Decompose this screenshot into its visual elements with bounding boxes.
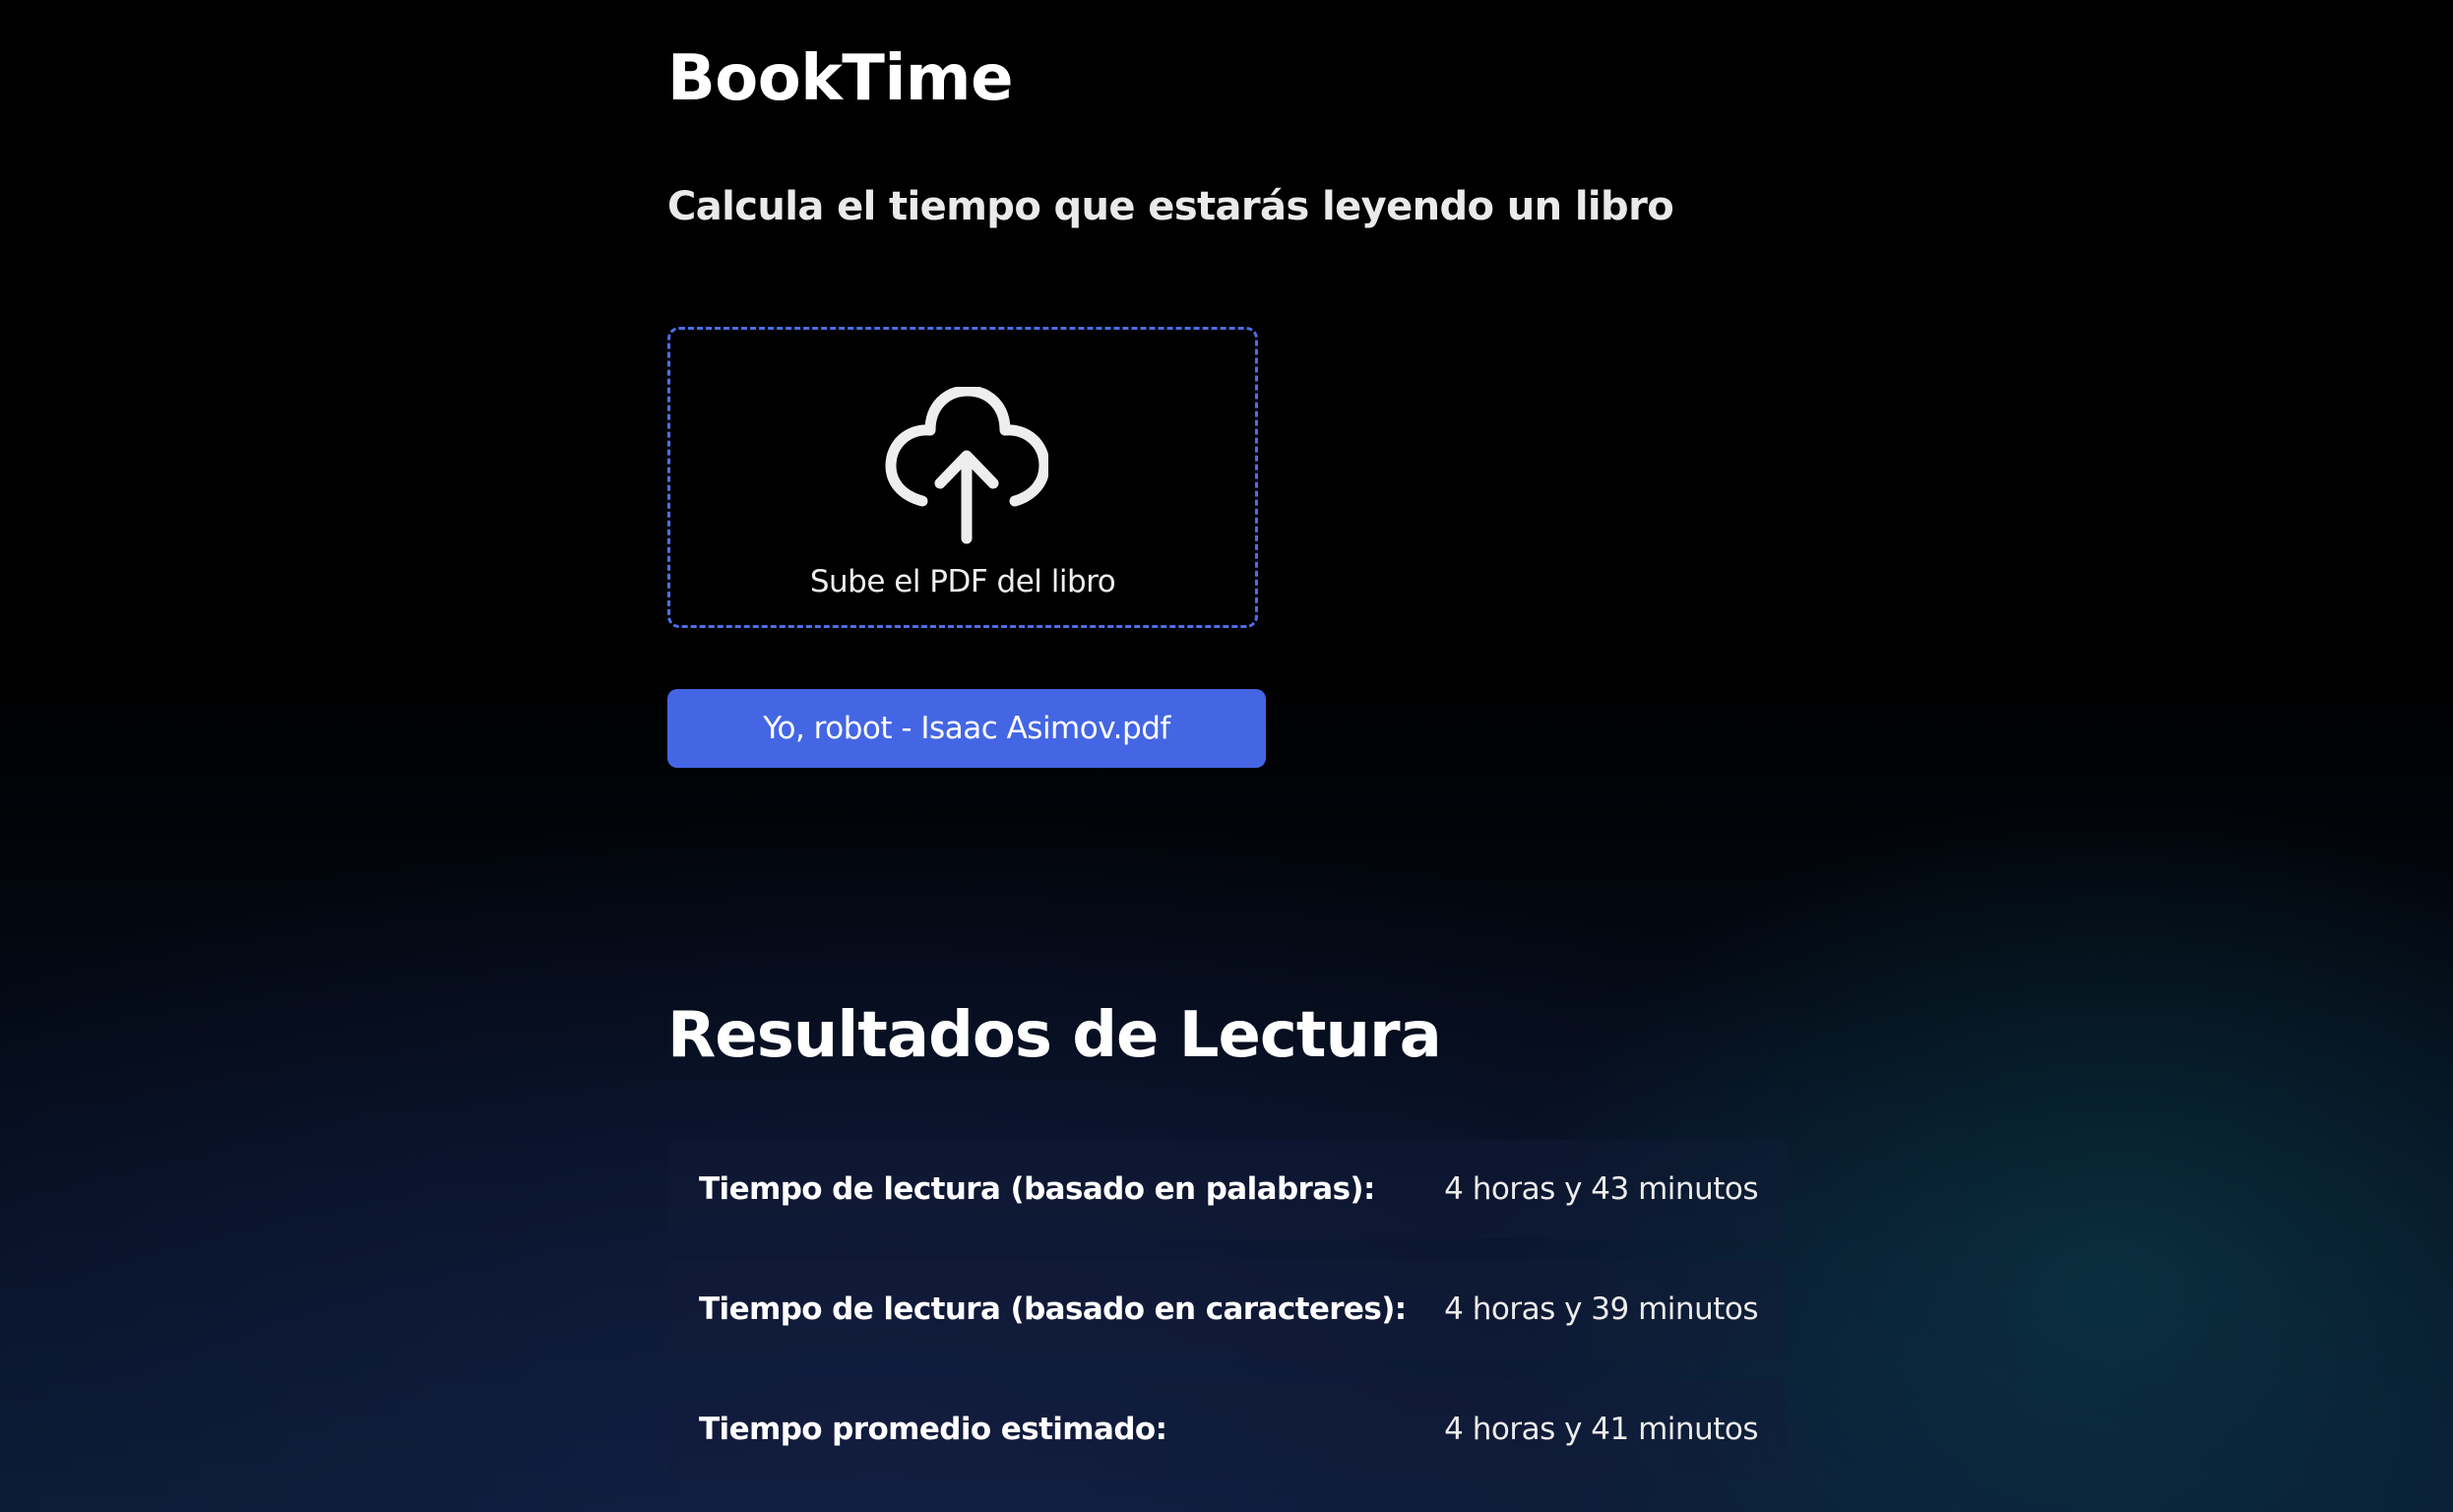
app-title: BookTime — [667, 42, 1013, 115]
result-label: Tiempo promedio estimado: — [699, 1412, 1167, 1447]
result-label: Tiempo de lectura (basado en palabras): — [699, 1171, 1375, 1207]
results-title: Resultados de Lectura — [667, 999, 1442, 1072]
result-row-average: Tiempo promedio estimado: 4 horas y 41 m… — [667, 1380, 1788, 1479]
result-label: Tiempo de lectura (basado en caracteres)… — [699, 1292, 1407, 1327]
app-subtitle: Calcula el tiempo que estarás leyendo un… — [667, 184, 1674, 229]
result-row-characters: Tiempo de lectura (basado en caracteres)… — [667, 1260, 1788, 1358]
dropzone-label: Sube el PDF del libro — [809, 564, 1116, 599]
main-content: BookTime Calcula el tiempo que estarás l… — [667, 0, 1790, 1512]
result-value: 4 horas y 39 minutos — [1444, 1292, 1758, 1327]
result-row-words: Tiempo de lectura (basado en palabras): … — [667, 1140, 1788, 1238]
result-value: 4 horas y 43 minutos — [1444, 1171, 1758, 1207]
cloud-upload-icon — [885, 387, 1048, 544]
selected-file-button[interactable]: Yo, robot - Isaac Asimov.pdf — [667, 689, 1266, 768]
pdf-upload-dropzone[interactable]: Sube el PDF del libro — [667, 327, 1258, 628]
result-value: 4 horas y 41 minutos — [1444, 1412, 1758, 1447]
